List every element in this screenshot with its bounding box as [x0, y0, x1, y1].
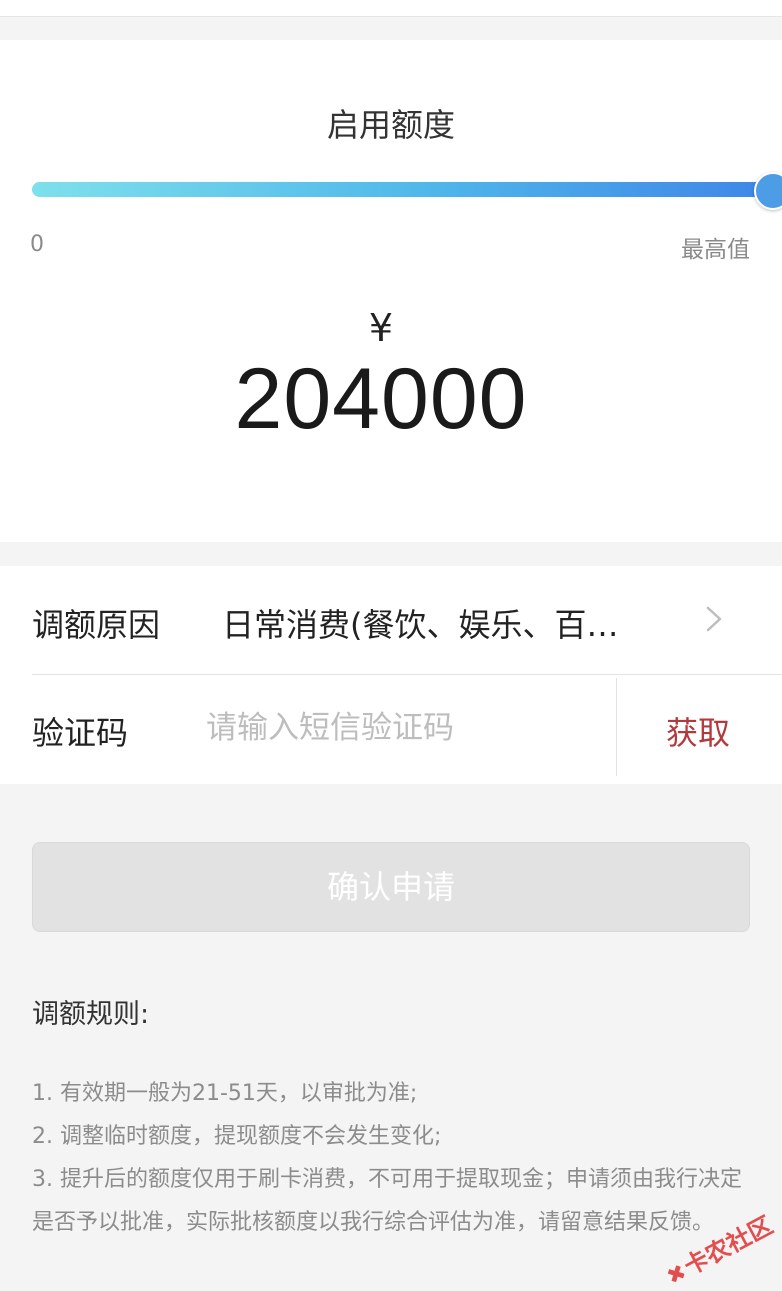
code-label: 验证码: [32, 714, 129, 752]
limit-card: 启用额度 0 最高值 ¥ 204000: [0, 40, 782, 542]
limit-amount: 204000: [234, 351, 528, 447]
adjust-form: 调额原因 日常消费(餐饮、娱乐、百… 验证码 获取: [0, 566, 782, 784]
chevron-right-icon[interactable]: [706, 606, 722, 632]
limit-slider[interactable]: [32, 172, 782, 210]
slider-thumb[interactable]: [754, 172, 782, 210]
sms-code-input[interactable]: [206, 698, 602, 758]
slider-max-label: 最高值: [681, 237, 750, 263]
rule-item: 2. 调整临时额度，提现额度不会发生变化;: [32, 1124, 442, 1149]
get-code-button[interactable]: 获取: [666, 708, 730, 754]
vertical-divider: [616, 678, 617, 776]
rule-item: 3. 提升后的额度仅用于刷卡消费，不可用于提取现金；申请须由我行决定是否予以批准…: [32, 1167, 742, 1235]
reason-value[interactable]: 日常消费(餐饮、娱乐、百…: [222, 600, 652, 646]
rules-list: 1. 有效期一般为21-51天，以审批为准; 2. 调整临时额度，提现额度不会发…: [32, 1072, 754, 1244]
rules-title: 调额规则:: [32, 999, 150, 1030]
currency-symbol: ¥: [368, 306, 394, 350]
verification-row: 验证码 获取: [0, 674, 782, 784]
slider-track[interactable]: [32, 182, 768, 197]
reason-row[interactable]: 调额原因 日常消费(餐饮、娱乐、百…: [0, 566, 782, 674]
reason-label: 调额原因: [32, 606, 161, 644]
top-bar: [0, 0, 782, 17]
confirm-apply-button[interactable]: 确认申请: [32, 842, 750, 932]
limit-title: 启用额度: [326, 106, 455, 144]
rule-item: 1. 有效期一般为21-51天，以审批为准;: [32, 1081, 418, 1106]
slider-min-label: 0: [30, 232, 44, 257]
